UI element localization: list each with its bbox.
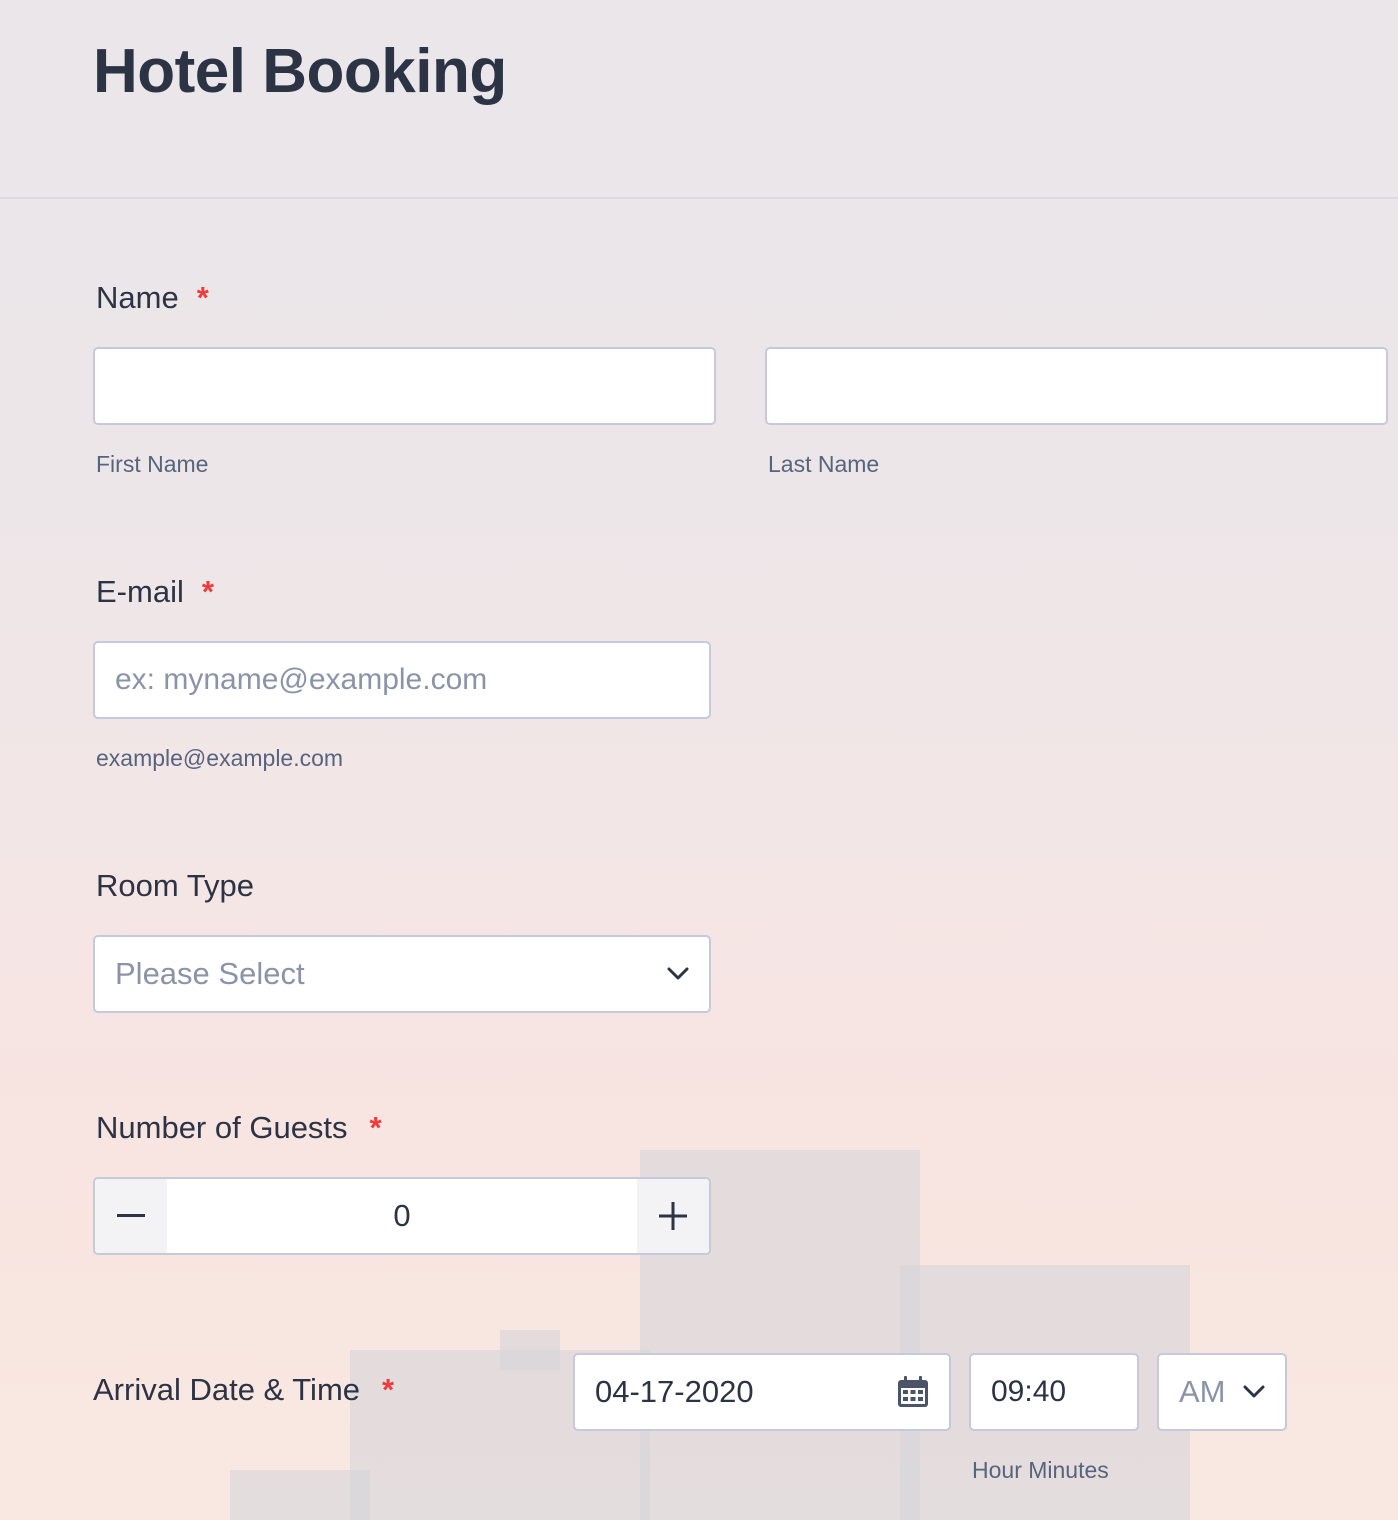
page-title: Hotel Booking [93,37,507,106]
background-building [500,1330,560,1370]
arrival-label-text: Arrival Date & Time [93,1372,361,1407]
form-header: Hotel Booking [0,0,1398,199]
guests-label-text: Number of Guests [96,1110,348,1145]
name-label-text: Name [96,280,179,315]
email-input[interactable] [93,641,711,719]
email-label-text: E-mail [96,574,184,609]
email-label: E-mail * [96,574,214,610]
increment-button[interactable] [637,1179,709,1253]
room-type-select[interactable]: Please Select [93,935,711,1013]
time-sublabel: Hour Minutes [972,1457,1109,1483]
arrival-time-input[interactable] [969,1353,1139,1431]
required-mark: * [201,574,214,609]
required-mark: * [369,1110,382,1145]
room-type-label: Room Type [96,868,254,903]
arrival-label: Arrival Date & Time * [93,1372,394,1408]
plus-icon [659,1202,687,1230]
chevron-down-icon [1243,1385,1265,1398]
email-sublabel: example@example.com [96,745,344,771]
last-name-sublabel: Last Name [768,451,880,477]
first-name-sublabel: First Name [96,451,209,477]
minus-icon [117,1214,145,1217]
required-mark: * [196,280,209,315]
background-building [230,1470,370,1520]
arrival-date-input[interactable]: 04-17-2020 [573,1353,951,1431]
ampm-select[interactable]: AM [1157,1353,1287,1431]
arrival-date-value: 04-17-2020 [595,1374,754,1409]
chevron-down-icon [667,967,689,980]
last-name-input[interactable] [765,347,1388,425]
required-mark: * [382,1372,395,1407]
room-type-selected: Please Select [115,956,305,991]
name-label: Name * [96,280,209,316]
guests-label: Number of Guests * [96,1110,382,1146]
first-name-input[interactable] [93,347,716,425]
calendar-icon[interactable] [897,1376,929,1408]
guests-stepper: 0 [93,1177,711,1255]
guests-value[interactable]: 0 [167,1179,637,1253]
decrement-button[interactable] [95,1179,167,1253]
ampm-selected: AM [1179,1374,1226,1409]
